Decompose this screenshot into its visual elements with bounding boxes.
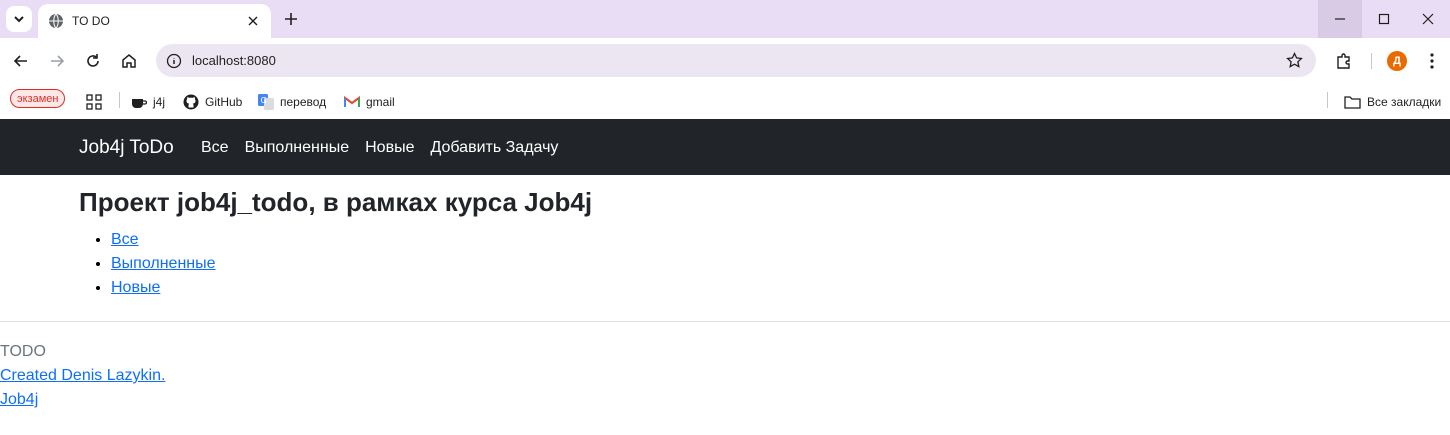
browser-tab[interactable]: TO DO (38, 4, 271, 38)
maximize-icon (1378, 13, 1390, 25)
bookmark-label: j4j (153, 95, 166, 109)
footer: TODO Created Denis Lazykin. Job4j (0, 340, 165, 412)
list-item: Новые (111, 276, 592, 300)
bookmark-translate[interactable]: G перевод (258, 92, 326, 112)
filter-links-list: Все Выполненные Новые (111, 228, 592, 300)
navbar-links: Все Выполненные Новые Добавить Задачу (201, 139, 574, 157)
bookmarks-bar: экзамен j4j GitHub G перевод gmail Все з… (0, 84, 1450, 119)
nav-link-add-task[interactable]: Добавить Задачу (430, 139, 558, 157)
google-translate-icon: G (258, 94, 274, 110)
bookmark-label: перевод (280, 95, 327, 109)
reload-button[interactable] (81, 49, 105, 73)
bookmark-gmail[interactable]: gmail (344, 92, 395, 112)
back-button[interactable] (9, 49, 33, 73)
bookmark-exam[interactable]: экзамен (10, 89, 66, 108)
bookmark-star-icon[interactable] (1285, 51, 1304, 70)
all-bookmarks-button[interactable]: Все закладки (1344, 92, 1441, 112)
list-item: Все (111, 228, 592, 252)
reload-icon (87, 54, 99, 67)
arrow-left-icon (13, 55, 27, 67)
close-window-button[interactable] (1406, 0, 1450, 38)
home-button[interactable] (117, 49, 141, 73)
address-bar[interactable]: localhost:8080 (156, 44, 1316, 77)
forward-button[interactable] (45, 49, 69, 73)
apps-grid-icon (86, 94, 102, 110)
site-info-icon[interactable] (164, 51, 183, 70)
footer-app-name: TODO (0, 343, 46, 360)
extensions-button[interactable] (1332, 49, 1356, 73)
link-done[interactable]: Выполненные (111, 255, 216, 272)
footer-job4j-link[interactable]: Job4j (0, 388, 165, 412)
close-icon (248, 16, 258, 26)
globe-icon (49, 13, 63, 29)
svg-text:G: G (261, 96, 267, 105)
link-new[interactable]: Новые (111, 279, 160, 296)
apps-button[interactable] (86, 92, 108, 112)
tab-title: TO DO (72, 14, 110, 28)
home-icon (122, 54, 136, 68)
bookmark-label: gmail (366, 95, 395, 109)
nav-link-all[interactable]: Все (201, 139, 229, 157)
bookmarks-divider (119, 92, 120, 108)
url-text[interactable]: localhost:8080 (192, 53, 276, 68)
plus-icon (285, 13, 297, 25)
tab-search-button[interactable] (6, 6, 32, 32)
new-tab-button[interactable] (280, 8, 302, 30)
footer-created-link[interactable]: Created Denis Lazykin. (0, 364, 165, 388)
more-vertical-icon (1430, 53, 1434, 69)
browser-toolbar: localhost:8080 Д (0, 38, 1450, 84)
browser-menu-button[interactable] (1420, 49, 1444, 73)
site-navbar: Job4j ToDo Все Выполненные Новые Добавит… (0, 119, 1450, 175)
bookmark-label: GitHub (205, 95, 243, 109)
github-icon (183, 94, 199, 110)
coffee-cup-icon (132, 99, 147, 108)
bookmark-j4j[interactable]: j4j (131, 92, 165, 112)
bookmarks-divider (1327, 92, 1328, 108)
bookmark-github[interactable]: GitHub (183, 92, 242, 112)
arrow-right-icon (51, 55, 65, 67)
gmail-icon (344, 96, 360, 107)
minimize-button[interactable] (1318, 0, 1362, 38)
puzzle-icon (1337, 53, 1350, 69)
close-tab-button[interactable] (245, 13, 261, 29)
chevron-down-icon (14, 16, 24, 23)
profile-avatar[interactable]: Д (1387, 51, 1407, 71)
minimize-icon (1335, 18, 1345, 20)
main-content: Проект job4j_todo, в рамках курса Job4j … (79, 186, 592, 300)
page-title: Проект job4j_todo, в рамках курса Job4j (79, 187, 593, 217)
nav-link-new[interactable]: Новые (365, 139, 414, 157)
navbar-brand[interactable]: Job4j ToDo (79, 137, 174, 159)
tab-strip: TO DO (0, 0, 1450, 38)
list-item: Выполненные (111, 252, 592, 276)
link-all[interactable]: Все (111, 231, 139, 248)
close-icon (1422, 13, 1434, 25)
all-bookmarks-label: Все закладки (1367, 95, 1442, 109)
footer-divider (0, 321, 1450, 322)
toolbar-divider (1371, 53, 1372, 69)
nav-link-done[interactable]: Выполненные (245, 139, 350, 157)
folder-icon (1344, 96, 1361, 109)
maximize-button[interactable] (1362, 0, 1406, 38)
